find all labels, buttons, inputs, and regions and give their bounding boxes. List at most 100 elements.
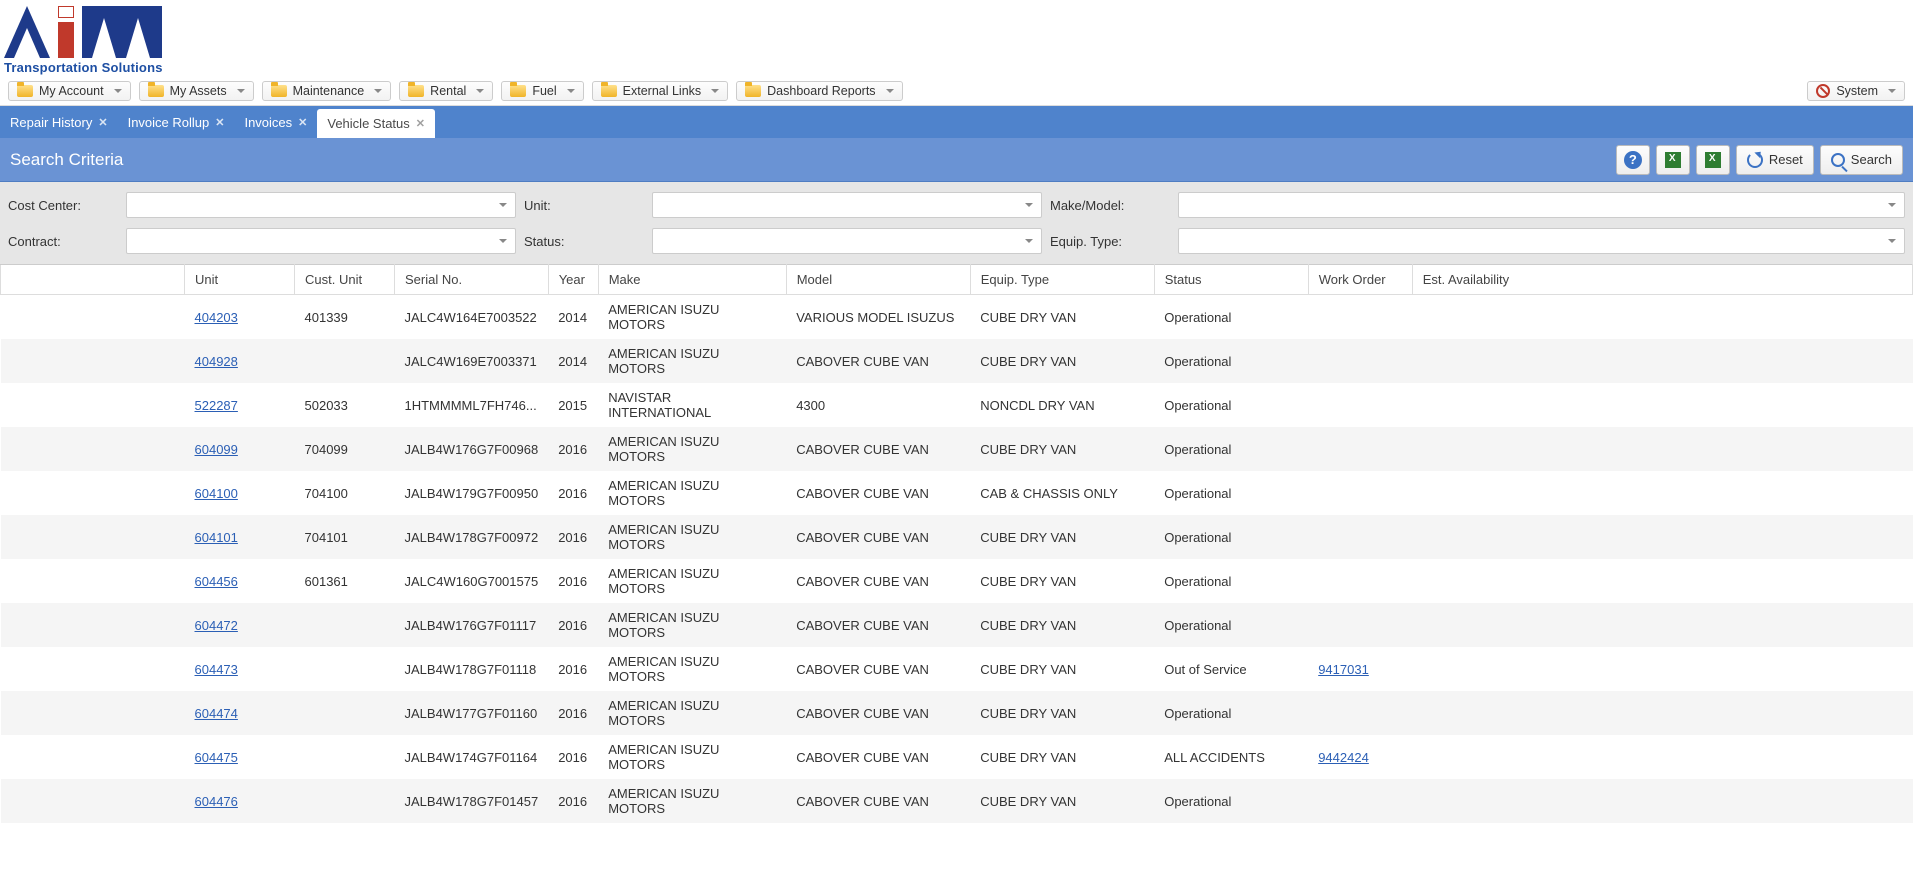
unit-link[interactable]: 604100	[195, 486, 238, 501]
cost-center-label: Cost Center:	[8, 198, 118, 213]
table-cell: JALB4W178G7F00972	[395, 515, 549, 559]
column-header[interactable]: Equip. Type	[970, 265, 1154, 295]
cost-center-combo[interactable]	[126, 192, 516, 218]
help-button[interactable]: ?	[1616, 145, 1650, 175]
menu-item-label: Rental	[430, 84, 466, 98]
menu-item-label: Fuel	[532, 84, 556, 98]
unit-link[interactable]: 604099	[195, 442, 238, 457]
table-cell: 601361	[295, 559, 395, 603]
work-order-link[interactable]: 9442424	[1318, 750, 1369, 765]
table-cell: Operational	[1154, 515, 1308, 559]
make-model-label: Make/Model:	[1050, 198, 1170, 213]
unit-link[interactable]: 404203	[195, 310, 238, 325]
column-header[interactable]: Make	[598, 265, 786, 295]
unit-link[interactable]: 604476	[195, 794, 238, 809]
table-cell: JALC4W169E7003371	[395, 339, 549, 383]
table-cell	[1412, 779, 1912, 823]
chevron-down-icon	[114, 89, 122, 93]
column-header[interactable]: Year	[548, 265, 598, 295]
menu-item-maintenance[interactable]: Maintenance	[262, 81, 392, 101]
logo-subtitle: Transportation Solutions	[4, 60, 163, 75]
close-icon[interactable]: ✕	[215, 116, 224, 129]
table-cell: CUBE DRY VAN	[970, 691, 1154, 735]
criteria-title: Search Criteria	[10, 150, 123, 170]
table-cell	[1412, 339, 1912, 383]
export-excel-alt-button[interactable]	[1696, 145, 1730, 175]
export-excel-button[interactable]	[1656, 145, 1690, 175]
folder-icon	[271, 85, 287, 97]
table-cell	[1412, 427, 1912, 471]
unit-link[interactable]: 604101	[195, 530, 238, 545]
table-cell: Operational	[1154, 779, 1308, 823]
tab-label: Vehicle Status	[327, 116, 409, 131]
menu-item-dashboard-reports[interactable]: Dashboard Reports	[736, 81, 902, 101]
column-header[interactable]: Cust. Unit	[295, 265, 395, 295]
chevron-down-icon	[476, 89, 484, 93]
tab-vehicle-status[interactable]: Vehicle Status ✕	[317, 109, 435, 138]
table-cell: CUBE DRY VAN	[970, 559, 1154, 603]
menu-item-label: External Links	[623, 84, 702, 98]
system-menu[interactable]: System	[1807, 81, 1905, 101]
menu-item-external-links[interactable]: External Links	[592, 81, 729, 101]
close-icon[interactable]: ✕	[98, 116, 107, 129]
table-cell: CABOVER CUBE VAN	[786, 427, 970, 471]
unit-link[interactable]: 604475	[195, 750, 238, 765]
column-header[interactable]: Est. Availability	[1412, 265, 1912, 295]
unit-link[interactable]: 604473	[195, 662, 238, 677]
unit-link[interactable]: 604456	[195, 574, 238, 589]
unit-link[interactable]: 604472	[195, 618, 238, 633]
table-cell: JALC4W164E7003522	[395, 295, 549, 340]
unit-link[interactable]: 604474	[195, 706, 238, 721]
table-cell: Operational	[1154, 427, 1308, 471]
table-cell: 2016	[548, 559, 598, 603]
column-header[interactable]: Model	[786, 265, 970, 295]
table-cell: CABOVER CUBE VAN	[786, 647, 970, 691]
table-row: 604472JALB4W176G7F011172016AMERICAN ISUZ…	[1, 603, 1913, 647]
table-cell: CUBE DRY VAN	[970, 779, 1154, 823]
table-cell: 522287	[185, 383, 295, 427]
tab-repair-history[interactable]: Repair History ✕	[0, 106, 118, 138]
tab-invoices[interactable]: Invoices✕	[234, 106, 317, 138]
menu-item-my-assets[interactable]: My Assets	[139, 81, 254, 101]
column-header[interactable]	[1, 265, 185, 295]
column-header[interactable]: Serial No.	[395, 265, 549, 295]
contract-label: Contract:	[8, 234, 118, 249]
tab-invoice-rollup[interactable]: Invoice Rollup✕	[118, 106, 235, 138]
unit-link[interactable]: 522287	[195, 398, 238, 413]
close-icon[interactable]: ✕	[298, 116, 307, 129]
table-cell	[1, 559, 185, 603]
unit-combo[interactable]	[652, 192, 1042, 218]
menu-item-my-account[interactable]: My Account	[8, 81, 131, 101]
equip-type-combo[interactable]	[1178, 228, 1905, 254]
status-combo[interactable]	[652, 228, 1042, 254]
table-cell: Operational	[1154, 471, 1308, 515]
table-row: 604473JALB4W178G7F011182016AMERICAN ISUZ…	[1, 647, 1913, 691]
search-button[interactable]: Search	[1820, 145, 1903, 175]
column-header[interactable]: Work Order	[1308, 265, 1412, 295]
menu-item-rental[interactable]: Rental	[399, 81, 493, 101]
table-cell: Operational	[1154, 339, 1308, 383]
unit-link[interactable]: 404928	[195, 354, 238, 369]
work-order-link[interactable]: 9417031	[1318, 662, 1369, 677]
close-icon[interactable]: ✕	[416, 117, 425, 130]
table-cell	[1308, 427, 1412, 471]
column-header[interactable]: Status	[1154, 265, 1308, 295]
table-cell: JALB4W178G7F01118	[395, 647, 549, 691]
contract-combo[interactable]	[126, 228, 516, 254]
table-cell: 2016	[548, 735, 598, 779]
tab-label: Repair History	[10, 115, 92, 130]
chevron-down-icon	[567, 89, 575, 93]
table-cell	[295, 735, 395, 779]
table-row: 604456601361JALC4W160G70015752016AMERICA…	[1, 559, 1913, 603]
column-header[interactable]: Unit	[185, 265, 295, 295]
table-row: 604474JALB4W177G7F011602016AMERICAN ISUZ…	[1, 691, 1913, 735]
table-cell: 502033	[295, 383, 395, 427]
search-icon	[1831, 153, 1845, 167]
reset-button[interactable]: Reset	[1736, 145, 1814, 175]
make-model-combo[interactable]	[1178, 192, 1905, 218]
menu-item-fuel[interactable]: Fuel	[501, 81, 583, 101]
folder-icon	[510, 85, 526, 97]
table-cell: 604474	[185, 691, 295, 735]
chevron-down-icon	[1888, 203, 1896, 207]
table-cell	[1412, 471, 1912, 515]
